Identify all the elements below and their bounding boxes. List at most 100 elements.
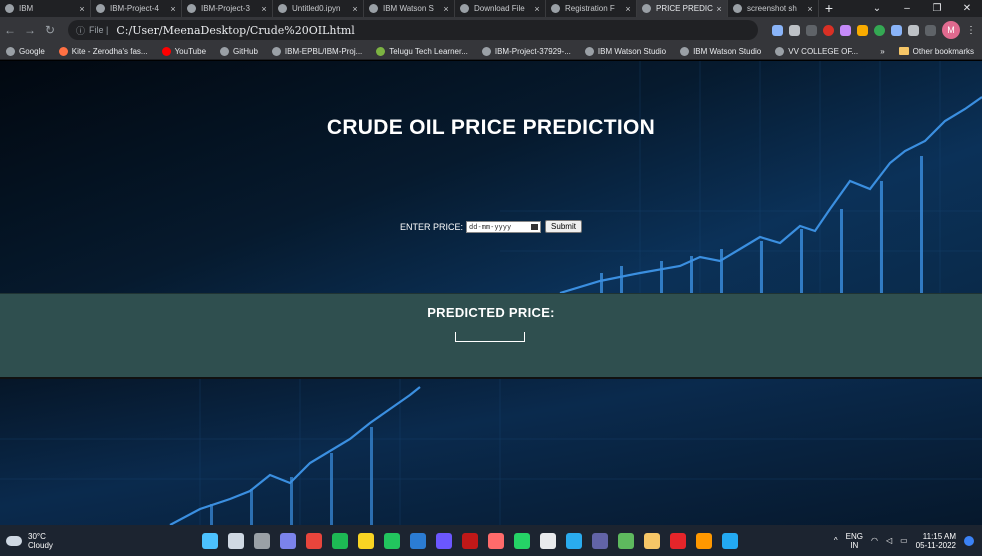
extension-icon[interactable] (823, 24, 834, 36)
menu-icon[interactable]: ⋮ (966, 25, 976, 36)
bookmark-item[interactable]: Google (6, 46, 45, 56)
close-icon[interactable]: × (259, 4, 269, 14)
extension-icon[interactable] (806, 24, 817, 36)
browser-tab[interactable]: Untitled0.ipyn × (273, 0, 364, 17)
browser-tab[interactable]: Registration F × (546, 0, 637, 17)
star-icon[interactable] (789, 24, 800, 36)
notification-icon[interactable] (964, 535, 974, 546)
bookmark-item[interactable]: IBM Watson Studio (584, 46, 667, 56)
close-icon[interactable]: × (441, 4, 451, 14)
extension-icon[interactable] (874, 24, 885, 36)
close-window-button[interactable]: ✕ (952, 0, 982, 17)
photo-icon[interactable] (358, 532, 374, 549)
prediction-section: PREDICTED PRICE: (0, 293, 982, 379)
tab-title: IBM-Project-3 (201, 4, 250, 13)
browser-tab[interactable]: IBM Watson S × (364, 0, 455, 17)
date-input[interactable]: dd-mm-yyyy (466, 220, 542, 233)
forward-button[interactable]: → (20, 23, 40, 37)
battery-icon[interactable]: ▭ (900, 536, 908, 545)
word-icon[interactable] (410, 532, 426, 549)
wifi-icon[interactable]: ◠ (871, 536, 878, 545)
favicon-icon (733, 4, 742, 13)
spotify-icon[interactable] (332, 532, 348, 549)
browser-tab[interactable]: IBM-Project-3 × (182, 0, 273, 17)
bookmark-item[interactable]: Telugu Tech Learner... (376, 46, 468, 56)
volume-icon[interactable]: ◁ (886, 536, 892, 545)
submit-button[interactable]: Submit (545, 220, 582, 233)
bookmark-item[interactable]: VV COLLEGE OF... (775, 46, 858, 56)
profile-avatar[interactable]: M (942, 21, 960, 39)
hero-section: CRUDE OIL PRICE PREDICTION ENTER PRICE: … (0, 61, 982, 293)
extension-icon[interactable] (857, 24, 868, 36)
notepad-icon[interactable] (618, 532, 634, 549)
sublime-icon[interactable] (696, 532, 712, 549)
tab-search-icon[interactable]: ⌄ (862, 0, 892, 17)
browser-tab[interactable]: IBM × (0, 0, 91, 17)
browser-tab[interactable]: screenshot sh × (728, 0, 819, 17)
price-form: ENTER PRICE: dd-mm-yyyy Submit (0, 220, 982, 233)
bookmark-item[interactable]: Kite - Zerodha's fas... (58, 46, 148, 56)
calendar-icon[interactable] (531, 223, 539, 230)
extension-icon[interactable] (891, 24, 902, 36)
chrome-icon[interactable] (306, 532, 322, 549)
chat-icon[interactable] (280, 532, 296, 549)
bookmarks-overflow[interactable]: » (880, 47, 884, 56)
minimize-button[interactable]: – (892, 0, 922, 17)
bookmark-label: GitHub (233, 46, 258, 56)
other-bookmarks[interactable]: Other bookmarks (898, 47, 974, 56)
restore-button[interactable]: ❐ (922, 0, 952, 17)
address-url[interactable]: C:/User/MeenaDesktop/Crude%20OILhtml (116, 24, 354, 37)
puzzle-icon[interactable] (908, 24, 919, 36)
bookmark-label: IBM Watson Studio (597, 46, 667, 56)
tab-title: IBM (19, 4, 34, 13)
browser-tab[interactable]: PRICE PREDIC × (637, 0, 728, 17)
teams-icon[interactable] (592, 532, 608, 549)
tabs-icon[interactable] (540, 532, 556, 549)
share-icon[interactable] (772, 24, 783, 36)
bookmark-label: IBM-EPBL/IBM-Proj... (284, 46, 363, 56)
back-button[interactable]: ← (0, 23, 20, 37)
close-icon[interactable]: × (532, 4, 542, 14)
bookmark-item[interactable]: IBM-EPBL/IBM-Proj... (271, 46, 363, 56)
app-icon[interactable] (488, 532, 504, 549)
bookmark-item[interactable]: IBM-Project-37929-... (481, 46, 571, 56)
close-icon[interactable]: × (168, 4, 178, 14)
close-icon[interactable]: × (805, 4, 815, 14)
tab-title: IBM-Project-4 (110, 4, 159, 13)
bookmark-item[interactable]: GitHub (220, 46, 258, 56)
file-explorer-icon[interactable] (644, 532, 660, 549)
favicon-icon (642, 4, 651, 13)
bookmark-item[interactable]: IBM Watson Studio (680, 46, 762, 56)
bookmark-item[interactable]: YouTube (161, 46, 206, 56)
intellij-icon[interactable] (436, 532, 452, 549)
acrobat-icon[interactable] (670, 532, 686, 549)
browser-tab[interactable]: Download File × (455, 0, 546, 17)
address-bar[interactable]: ⓘ File | C:/User/MeenaDesktop/Crude%20OI… (68, 20, 758, 40)
info-icon[interactable]: ⓘ (76, 24, 85, 37)
language-indicator[interactable]: ENG IN (846, 532, 863, 550)
mcafee-icon[interactable] (462, 532, 478, 549)
weather-temp: 30°C (28, 531, 46, 541)
shield-icon[interactable] (840, 24, 851, 36)
side-panel-icon[interactable] (925, 24, 936, 36)
vscode-icon[interactable] (722, 532, 738, 549)
tab-title: Untitled0.ipyn (292, 4, 341, 13)
predicted-price-output (455, 332, 525, 342)
close-icon[interactable]: × (350, 4, 360, 14)
bookmark-label: IBM Watson Studio (693, 46, 762, 56)
windows-start-icon[interactable] (202, 532, 218, 549)
close-icon[interactable]: × (714, 4, 724, 14)
tray-overflow-icon[interactable]: ^ (834, 536, 838, 545)
weather-widget[interactable]: 30°C Cloudy (6, 532, 176, 550)
task-view-icon[interactable] (254, 532, 270, 549)
close-icon[interactable]: × (77, 4, 87, 14)
telegram-icon[interactable] (566, 532, 582, 549)
circle-app-icon[interactable] (384, 532, 400, 549)
new-tab-button[interactable]: + (819, 0, 839, 17)
reload-button[interactable]: ↻ (40, 23, 60, 37)
search-icon[interactable] (228, 532, 244, 549)
clock[interactable]: 11:15 AM 05-11-2022 (916, 532, 956, 550)
close-icon[interactable]: × (623, 4, 633, 14)
browser-tab[interactable]: IBM-Project-4 × (91, 0, 182, 17)
whatsapp-icon[interactable] (514, 532, 530, 549)
